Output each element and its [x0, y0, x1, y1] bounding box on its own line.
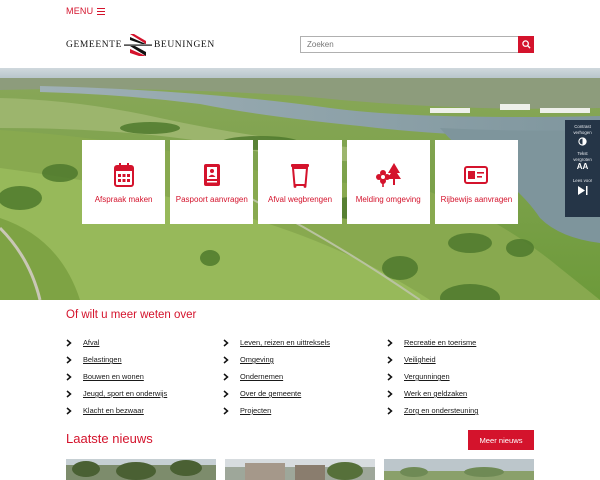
- site-header: GEMEENTE BEUNINGEN: [0, 24, 600, 68]
- tile-rijbewijs-aanvragen[interactable]: Rijbewijs aanvragen: [434, 140, 519, 224]
- more-news-button[interactable]: Meer nieuws: [468, 430, 534, 450]
- play-icon: [577, 185, 587, 195]
- news-thumbnail[interactable]: [384, 459, 534, 480]
- topic-link[interactable]: Omgeving: [223, 355, 274, 364]
- topic-link[interactable]: Ondernemen: [223, 372, 283, 381]
- tile-afspraak-maken[interactable]: Afspraak maken: [82, 140, 166, 224]
- topic-link-label: Werk en geldzaken: [404, 389, 468, 398]
- topic-link-label: Jeugd, sport en onderwijs: [83, 389, 168, 398]
- tile-afval-wegbrengen[interactable]: Afval wegbrengen: [258, 140, 342, 224]
- tile-label: Paspoort aanvragen: [175, 195, 248, 204]
- search-bar: [300, 36, 534, 53]
- topic-link-label: Afval: [83, 338, 100, 347]
- news-thumbnail[interactable]: [225, 459, 375, 480]
- chevron-right-icon: [387, 355, 396, 364]
- topic-link-label: Zorg en ondersteuning: [404, 406, 479, 415]
- topic-link[interactable]: Afval: [66, 338, 99, 347]
- contrast-toggle[interactable]: Contrast verhogen: [565, 120, 600, 146]
- chevron-right-icon: [223, 355, 232, 364]
- waste-bin-icon: [291, 164, 309, 188]
- chevron-right-icon: [387, 389, 396, 398]
- tree-flower-icon: [376, 163, 402, 187]
- topic-link[interactable]: Bouwen en wonen: [66, 372, 144, 381]
- news-thumbnails: [66, 459, 534, 480]
- chevron-right-icon: [223, 338, 232, 347]
- topic-link[interactable]: Veiligheid: [387, 355, 436, 364]
- search-icon: [521, 40, 531, 49]
- top-bar: MENU: [0, 0, 600, 24]
- search-button[interactable]: [518, 36, 534, 53]
- news-title: Laatste nieuws: [66, 431, 153, 446]
- topic-link[interactable]: Zorg en ondersteuning: [387, 406, 478, 415]
- coat-of-arms-icon: [123, 34, 152, 56]
- id-card-icon: [464, 166, 489, 184]
- topic-link[interactable]: Werk en geldzaken: [387, 389, 467, 398]
- logo-word-gemeente: GEMEENTE: [66, 40, 122, 50]
- topic-link-label: Recreatie en toerisme: [404, 338, 477, 347]
- topic-link[interactable]: Recreatie en toerisme: [387, 338, 476, 347]
- accessibility-panel: Contrast verhogen Tekst vergroten AA Lee…: [565, 120, 600, 217]
- tile-label: Afval wegbrengen: [267, 195, 333, 204]
- passport-icon: [203, 164, 220, 186]
- contrast-label: Contrast verhogen: [573, 124, 592, 135]
- topic-link-label: Veiligheid: [404, 355, 436, 364]
- chevron-right-icon: [387, 338, 396, 347]
- text-size-toggle[interactable]: Tekst vergroten AA: [565, 146, 600, 172]
- chevron-right-icon: [223, 406, 232, 415]
- text-size-label: Tekst vergroten: [573, 151, 592, 162]
- chevron-right-icon: [66, 389, 75, 398]
- calendar-icon: [113, 163, 134, 187]
- tile-label: Melding omgeving: [355, 195, 421, 204]
- chevron-right-icon: [387, 406, 396, 415]
- read-aloud-toggle[interactable]: Lees voor: [565, 172, 600, 195]
- topic-link[interactable]: Jeugd, sport en onderwijs: [66, 389, 167, 398]
- search-input[interactable]: [300, 36, 518, 53]
- news-thumbnail[interactable]: [66, 459, 216, 480]
- topic-link-label: Belastingen: [83, 355, 122, 364]
- topic-link-label: Ondernemen: [240, 372, 284, 381]
- quick-action-tiles: Afspraak maken Paspoort aanvragen Afval …: [82, 140, 519, 224]
- contrast-icon: [578, 137, 587, 146]
- menu-label: MENU: [66, 6, 94, 16]
- hamburger-icon: [97, 7, 106, 15]
- municipality-logo[interactable]: GEMEENTE BEUNINGEN: [66, 32, 215, 58]
- menu-button[interactable]: MENU: [66, 6, 106, 16]
- topic-link-label: Bouwen en wonen: [83, 372, 144, 381]
- logo-word-beuningen: BEUNINGEN: [153, 40, 215, 50]
- more-info-title: Of wilt u meer weten over: [66, 309, 197, 321]
- topic-link[interactable]: Vergunningen: [387, 372, 450, 381]
- topic-link-label: Klacht en bezwaar: [83, 406, 144, 415]
- chevron-right-icon: [223, 372, 232, 381]
- chevron-right-icon: [387, 372, 396, 381]
- topic-link-label: Omgeving: [240, 355, 274, 364]
- topic-link-label: Projecten: [240, 406, 272, 415]
- topic-link[interactable]: Belastingen: [66, 355, 122, 364]
- chevron-right-icon: [66, 406, 75, 415]
- tile-label: Rijbewijs aanvragen: [440, 195, 513, 204]
- tile-paspoort-aanvragen[interactable]: Paspoort aanvragen: [170, 140, 254, 224]
- tile-label: Afspraak maken: [94, 195, 153, 204]
- topic-link[interactable]: Projecten: [223, 406, 271, 415]
- topic-link[interactable]: Over de gemeente: [223, 389, 301, 398]
- tile-melding-omgeving[interactable]: Melding omgeving: [346, 140, 430, 224]
- topic-link-label: Vergunningen: [404, 372, 450, 381]
- topic-link-label: Leven, reizen en uittreksels: [240, 338, 330, 347]
- text-size-icon: AA: [576, 162, 589, 172]
- chevron-right-icon: [66, 372, 75, 381]
- topic-link[interactable]: Klacht en bezwaar: [66, 406, 144, 415]
- read-aloud-label: Lees voor: [572, 178, 593, 184]
- topic-link[interactable]: Leven, reizen en uittreksels: [223, 338, 330, 347]
- topic-link-label: Over de gemeente: [240, 389, 302, 398]
- chevron-right-icon: [66, 355, 75, 364]
- chevron-right-icon: [223, 389, 232, 398]
- chevron-right-icon: [66, 338, 75, 347]
